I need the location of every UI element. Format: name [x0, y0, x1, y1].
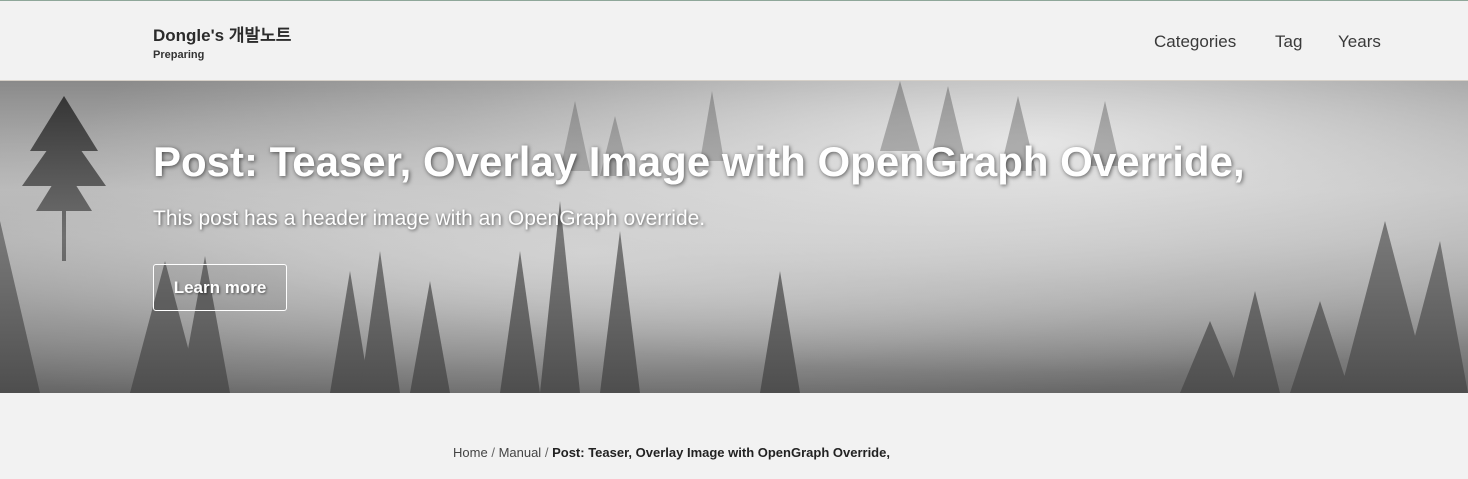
hero-overlay-image: Post: Teaser, Overlay Image with OpenGra… [0, 81, 1468, 393]
learn-more-button[interactable]: Learn more [153, 264, 287, 311]
nav-tag-link[interactable]: Tag [1275, 32, 1302, 52]
site-subtitle: Preparing [153, 49, 205, 61]
page: Dongle's 개발노트 Preparing Categories Tag Y… [0, 0, 1468, 479]
masthead: Dongle's 개발노트 Preparing Categories Tag Y… [0, 0, 1468, 81]
foggy-forest-image [0, 81, 1468, 393]
breadcrumb-separator: / [544, 445, 549, 460]
nav-years-link[interactable]: Years [1338, 32, 1381, 52]
breadcrumb: Home / Manual / Post: Teaser, Overlay Im… [453, 445, 890, 460]
breadcrumb-home-link[interactable]: Home [453, 445, 488, 460]
site-title[interactable]: Dongle's 개발노트 [153, 21, 291, 46]
hero-excerpt: This post has a header image with an Ope… [153, 207, 706, 230]
nav-categories-link[interactable]: Categories [1154, 32, 1236, 52]
breadcrumb-manual-link[interactable]: Manual [499, 445, 542, 460]
breadcrumb-separator: / [491, 445, 495, 460]
breadcrumb-current: Post: Teaser, Overlay Image with OpenGra… [552, 445, 890, 460]
hero-title: Post: Teaser, Overlay Image with OpenGra… [153, 138, 1245, 185]
